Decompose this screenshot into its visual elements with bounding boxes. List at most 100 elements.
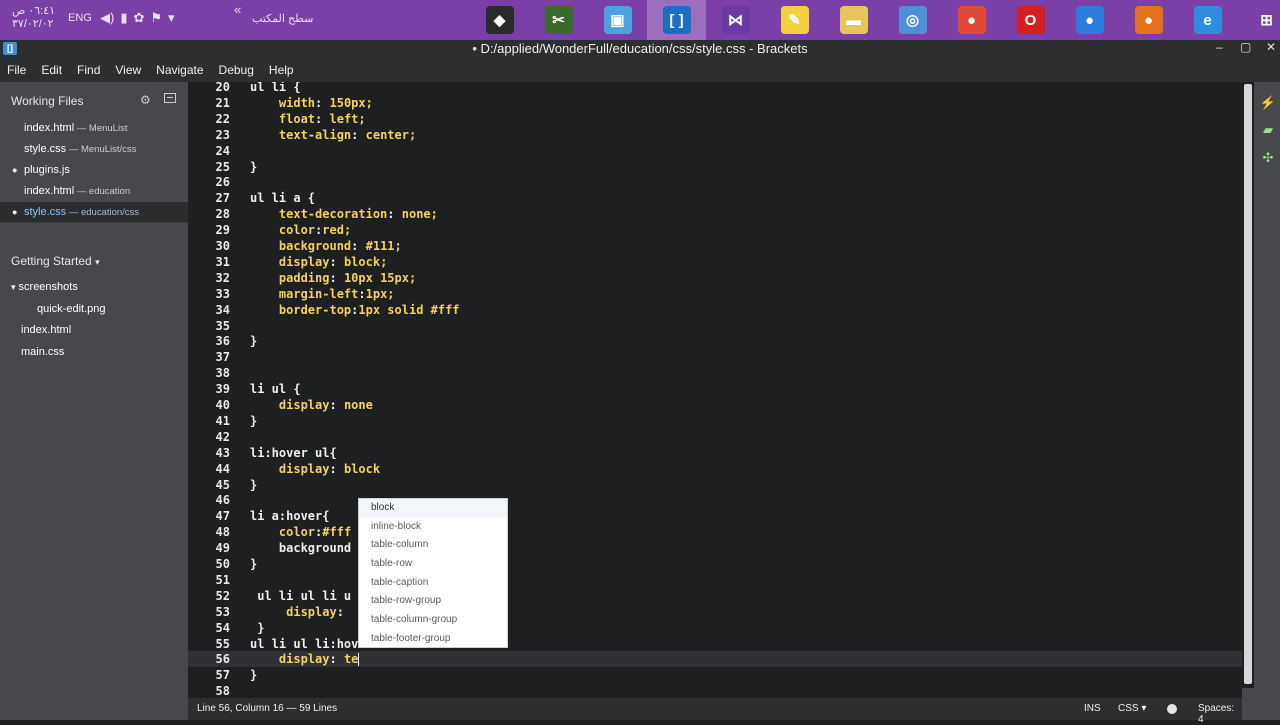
indentation-setting[interactable]: Spaces: 4 <box>1198 703 1242 725</box>
tree-file[interactable]: quick-edit.png <box>37 303 106 315</box>
taskbar-app-12[interactable]: e <box>1178 0 1237 40</box>
code-line[interactable]: 30 background: #111; <box>188 238 1242 254</box>
desktop-toolbar-label[interactable]: سطح المكتب <box>252 12 313 25</box>
menu-find[interactable]: Find <box>77 63 100 77</box>
code-line[interactable]: 51 <box>188 572 1242 588</box>
vertical-scrollbar[interactable] <box>1242 82 1254 688</box>
code-hint-item[interactable]: table-row <box>359 555 507 574</box>
code-hint-item[interactable]: table-caption <box>359 574 507 593</box>
menu-view[interactable]: View <box>115 63 141 77</box>
volume-icon[interactable]: ◀) <box>100 10 114 26</box>
code-line[interactable]: 26 <box>188 174 1242 190</box>
taskbar-app-2[interactable]: ▣ <box>588 0 647 40</box>
working-file-item[interactable]: index.html — education <box>0 181 188 201</box>
menu-debug[interactable]: Debug <box>219 63 254 77</box>
code-line[interactable]: 33 margin-left:1px; <box>188 286 1242 302</box>
code-hint-item[interactable]: table-column <box>359 536 507 555</box>
code-line[interactable]: 21 width: 150px; <box>188 95 1242 111</box>
language-indicator[interactable]: ENG <box>68 12 92 24</box>
minimize-icon[interactable]: – <box>1216 40 1223 54</box>
taskbar-app-10[interactable]: ● <box>1060 0 1119 40</box>
code-line[interactable]: 48 color:#fff <box>188 524 1242 540</box>
taskbar-app-4[interactable]: ⋈ <box>706 0 765 40</box>
menu-navigate[interactable]: Navigate <box>156 63 203 77</box>
code-line[interactable]: 28 text-decoration: none; <box>188 206 1242 222</box>
code-line[interactable]: 27ul li a { <box>188 190 1242 206</box>
code-line[interactable]: 50} <box>188 556 1242 572</box>
taskbar-app-8[interactable]: ● <box>942 0 1001 40</box>
code-line[interactable]: 47li a:hover{ <box>188 508 1242 524</box>
code-line[interactable]: 35 <box>188 318 1242 334</box>
code-line[interactable]: 22 float: left; <box>188 111 1242 127</box>
gear-icon[interactable]: ⚙ <box>140 93 151 107</box>
code-line[interactable]: 31 display: block; <box>188 254 1242 270</box>
code-line[interactable]: 20ul li { <box>188 82 1242 95</box>
taskbar-app-11[interactable]: ● <box>1119 0 1178 40</box>
show-hidden-icons-icon[interactable]: « <box>234 2 241 17</box>
code-line[interactable]: 57} <box>188 667 1242 683</box>
menu-help[interactable]: Help <box>269 63 294 77</box>
tree-file[interactable]: main.css <box>21 346 64 358</box>
code-line[interactable]: 34 border-top:1px solid #fff <box>188 302 1242 318</box>
close-icon[interactable]: ✕ <box>1266 40 1276 54</box>
working-file-item[interactable]: index.html — MenuList <box>0 118 188 138</box>
taskbar-app-0[interactable]: ◆ <box>470 0 529 40</box>
code-line[interactable]: 41} <box>188 413 1242 429</box>
tree-folder[interactable]: ▾screenshots <box>11 281 78 293</box>
clock[interactable]: ٠٦:٤١ ص ٣٧/٠٢/٠٢ <box>12 5 55 31</box>
working-file-item[interactable]: style.css — MenuList/css <box>0 139 188 159</box>
extension-manager-icon[interactable]: ▰ <box>1258 122 1278 136</box>
network-icon[interactable]: ▮ <box>120 10 127 26</box>
code-hint-item[interactable]: table-footer-group <box>359 630 507 649</box>
code-line[interactable]: 39li ul { <box>188 381 1242 397</box>
working-file-item[interactable]: ●style.css — education/css <box>0 202 188 222</box>
code-line[interactable]: 25} <box>188 159 1242 175</box>
taskbar-app-7[interactable]: ◎ <box>883 0 942 40</box>
code-line[interactable]: 54 } <box>188 620 1242 636</box>
app-tray-icon[interactable]: ✿ <box>133 10 144 26</box>
code-hint-item[interactable]: table-column-group <box>359 611 507 630</box>
code-line[interactable]: 24 <box>188 143 1242 159</box>
scrollbar-thumb[interactable] <box>1244 84 1252 684</box>
taskbar-app-6[interactable]: ▬ <box>824 0 883 40</box>
insert-mode-toggle[interactable]: INS <box>1084 703 1101 714</box>
taskbar-app-3[interactable]: [ ] <box>647 0 706 40</box>
tree-file[interactable]: index.html <box>21 324 71 336</box>
flag-icon[interactable]: ⚑ <box>150 10 162 26</box>
code-line[interactable]: 40 display: none <box>188 397 1242 413</box>
maximize-icon[interactable]: ▢ <box>1240 40 1251 54</box>
working-file-item[interactable]: ●plugins.js <box>0 160 188 180</box>
language-mode-dropdown[interactable]: CSS ▾ <box>1118 703 1146 714</box>
split-view-icon[interactable] <box>164 93 176 103</box>
code-line[interactable]: 44 display: block <box>188 461 1242 477</box>
taskbar-app-13[interactable]: ⊞ <box>1237 0 1280 40</box>
menu-edit[interactable]: Edit <box>41 63 62 77</box>
code-hint-item[interactable]: inline-block <box>359 518 507 537</box>
live-preview-icon[interactable]: ⚡ <box>1258 95 1278 109</box>
code-line[interactable]: 55ul li ul li:hov <box>188 636 1242 652</box>
code-line[interactable]: 36} <box>188 333 1242 349</box>
chevron-down-icon[interactable]: ▾ <box>168 10 175 26</box>
code-line[interactable]: 52 ul li ul li u <box>188 588 1242 604</box>
project-dropdown[interactable]: Getting Started ▾ <box>11 254 100 268</box>
code-line[interactable]: 32 padding: 10px 15px; <box>188 270 1242 286</box>
code-line[interactable]: 49 background <box>188 540 1242 556</box>
code-line[interactable]: 43li:hover ul{ <box>188 445 1242 461</box>
menu-file[interactable]: File <box>7 63 26 77</box>
code-hint-item[interactable]: table-row-group <box>359 592 507 611</box>
code-editor[interactable]: 20ul li {21 width: 150px;22 float: left;… <box>188 82 1242 698</box>
taskbar-app-9[interactable]: O <box>1001 0 1060 40</box>
code-hint-item[interactable]: block <box>359 499 507 518</box>
code-line[interactable]: 29 color:red; <box>188 222 1242 238</box>
code-line[interactable]: 53 display: <box>188 604 1242 620</box>
code-line[interactable]: 38 <box>188 365 1242 381</box>
code-line[interactable]: 37 <box>188 349 1242 365</box>
code-line[interactable]: 46 <box>188 492 1242 508</box>
extension-icon[interactable]: ✣ <box>1258 150 1278 164</box>
code-line[interactable]: 58 <box>188 683 1242 698</box>
code-line[interactable]: 42 <box>188 429 1242 445</box>
code-line[interactable]: 45} <box>188 477 1242 493</box>
code-line[interactable]: 23 text-align: center; <box>188 127 1242 143</box>
taskbar-app-1[interactable]: ✂ <box>529 0 588 40</box>
code-line[interactable]: 56 display: te <box>188 651 1242 667</box>
